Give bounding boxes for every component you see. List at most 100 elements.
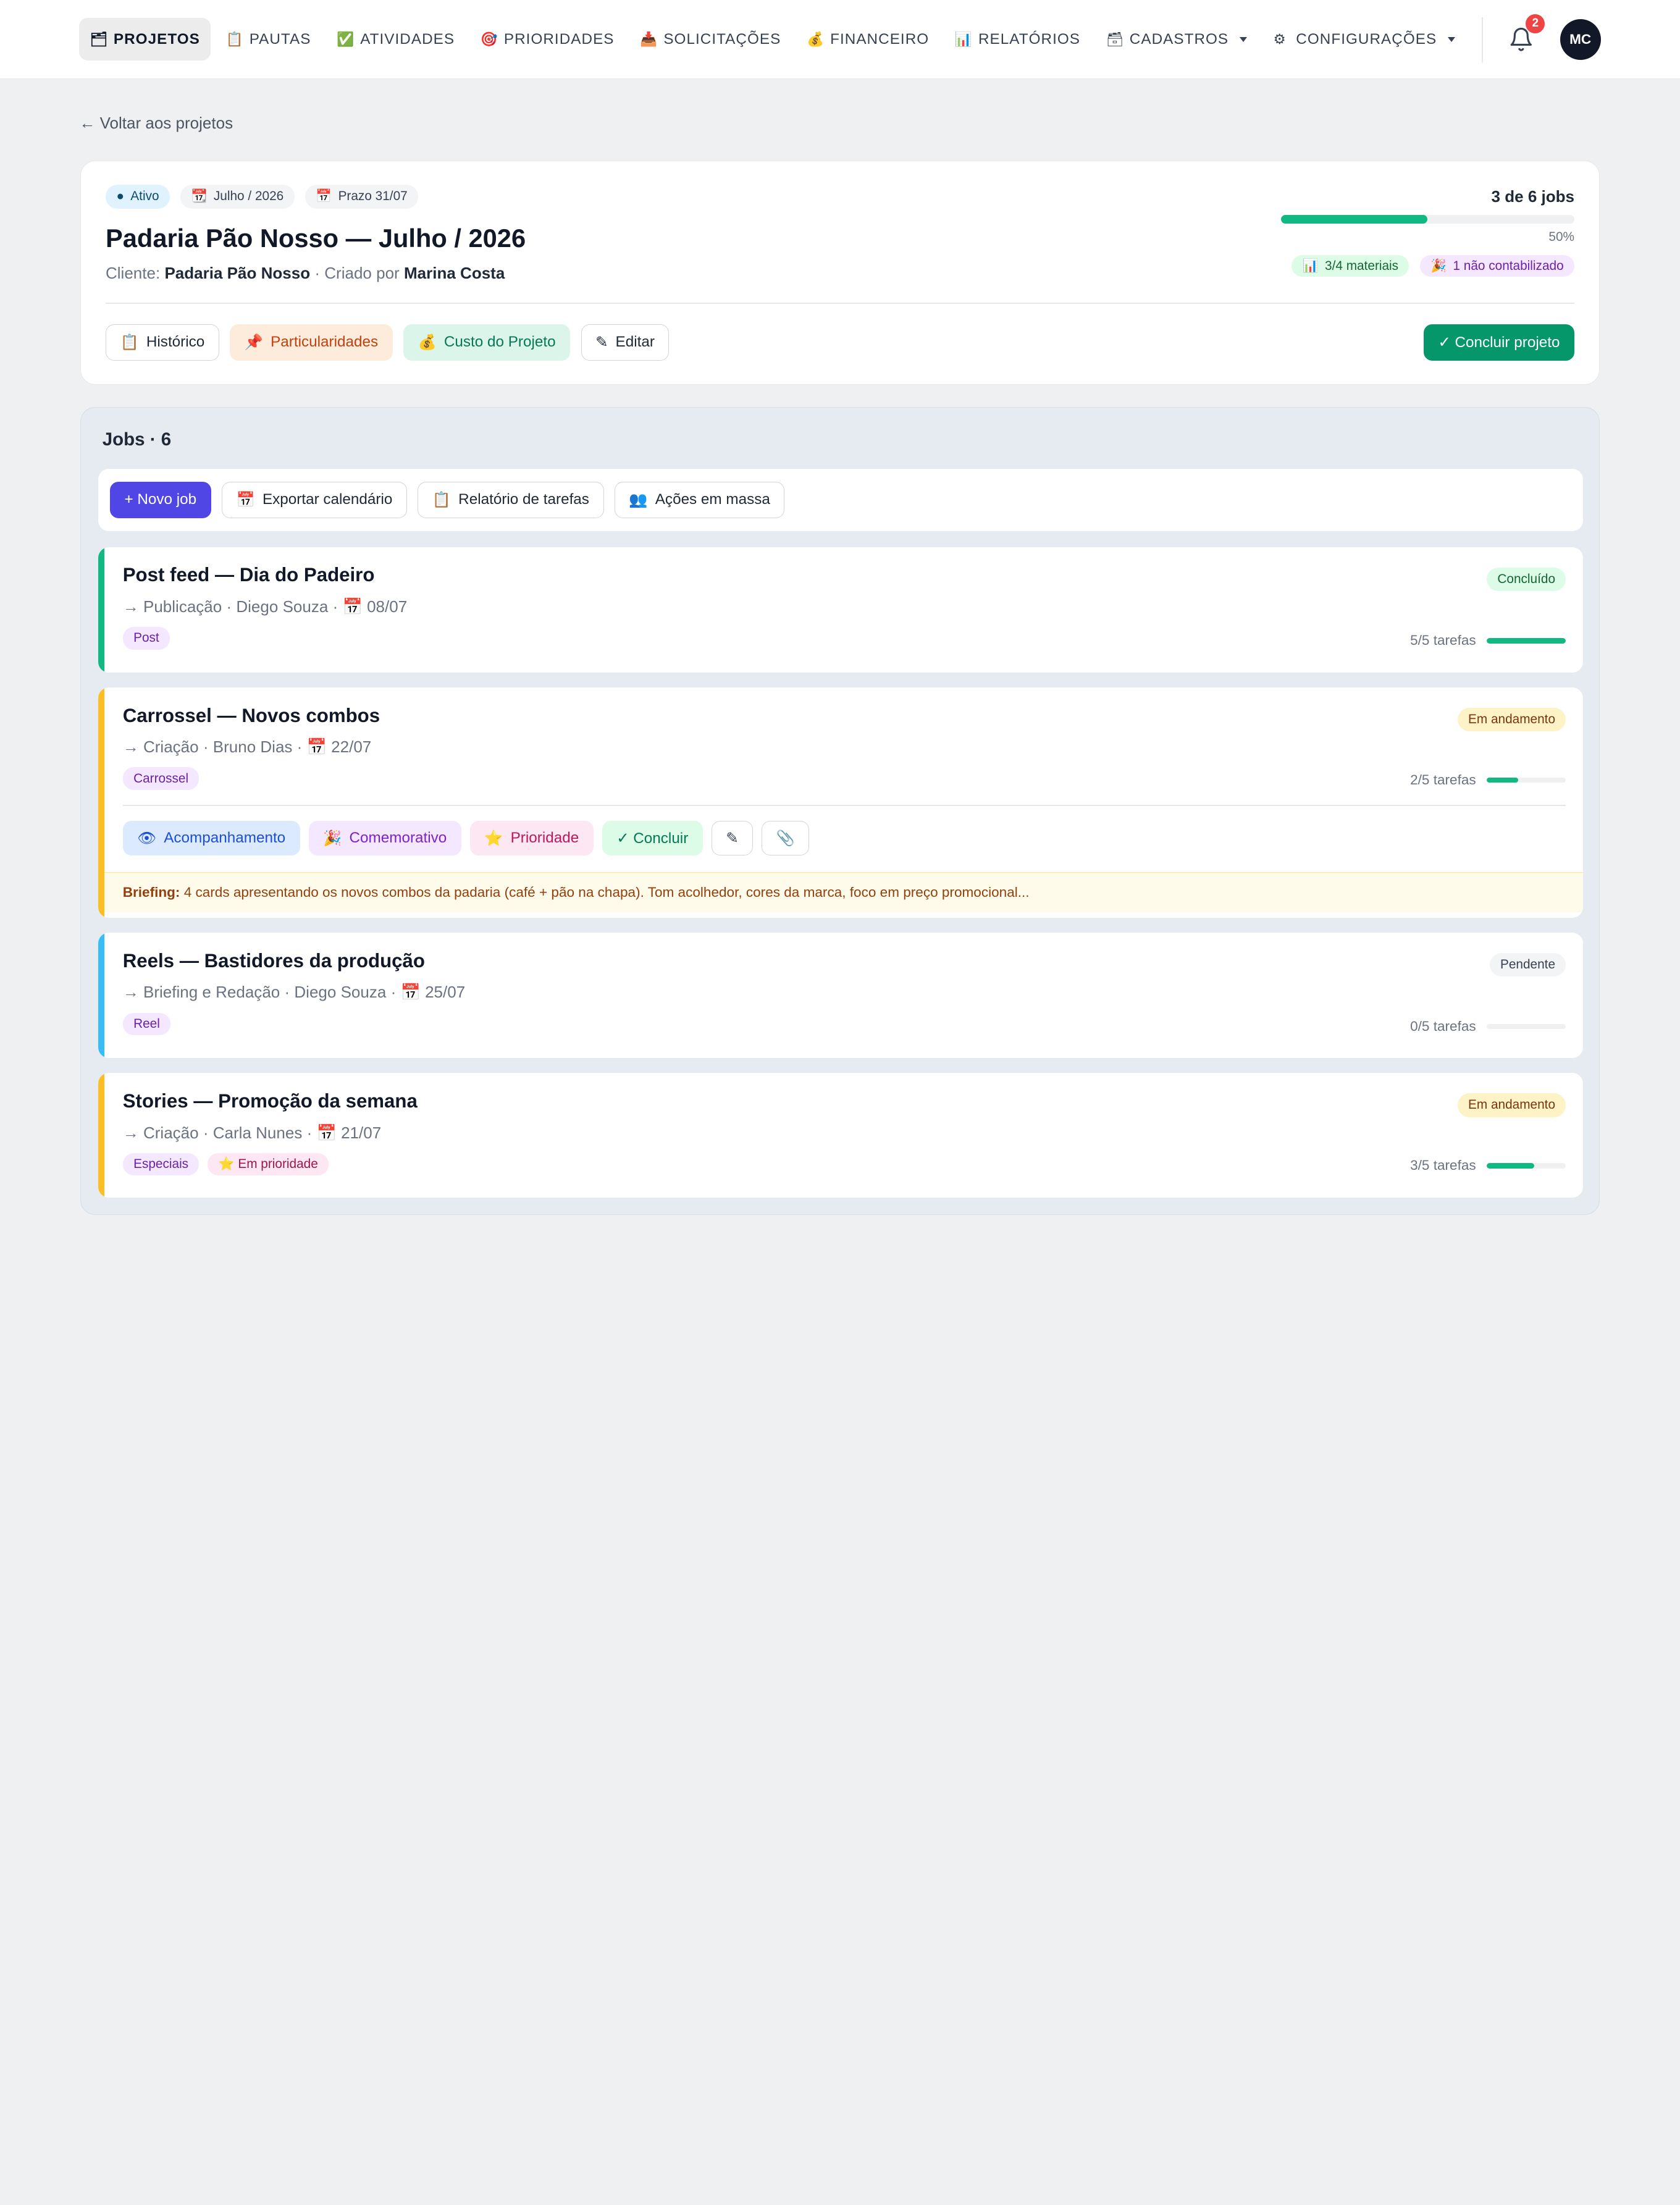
paperclip-icon: 📎 xyxy=(776,830,795,847)
edit-button-label: Editar xyxy=(615,334,655,351)
status-badge: Pendente xyxy=(1489,953,1566,977)
history-button[interactable]: 📋 Histórico xyxy=(105,324,219,361)
client-label: Cliente: xyxy=(105,264,161,283)
job-tag: Carrossel xyxy=(122,767,200,790)
status-badge: ● Ativo xyxy=(105,185,170,209)
project-mini-chips: 📊 3/4 materiais 🎉 1 não contabilizado xyxy=(1281,255,1574,277)
uncounted-chip: 🎉 1 não contabilizado xyxy=(1419,255,1574,277)
task-progress-bar xyxy=(1487,638,1566,644)
job-card[interactable]: Reels — Bastidores da produção → Briefin… xyxy=(98,933,1584,1059)
calendar-icon: 📅 xyxy=(236,492,255,509)
task-report-label: Relatório de tarefas xyxy=(458,491,589,508)
complete-project-button[interactable]: ✓ Concluir projeto xyxy=(1423,324,1574,361)
commemorative-button[interactable]: 🎉 Comemorativo xyxy=(308,821,461,855)
party-popper-icon: 🎉 xyxy=(1430,258,1447,273)
job-tag: Reel xyxy=(122,1012,171,1036)
job-card[interactable]: Stories — Promoção da semana → Criação ·… xyxy=(98,1073,1584,1198)
job-tags: Carrossel xyxy=(122,767,1566,790)
priority-label: Prioridade xyxy=(510,829,579,846)
gear-icon: ⚙ xyxy=(1273,31,1287,47)
job-meta: → Criação · Carla Nunes · 📅 21/07 xyxy=(122,1123,382,1142)
new-job-button[interactable]: + Novo job xyxy=(109,481,211,518)
nav-solicitacoes-label: SOLICITAÇÕES xyxy=(663,30,781,48)
folder-icon: 🗂 xyxy=(90,32,109,48)
project-progress-bar xyxy=(1280,214,1574,224)
particularities-button-label: Particularidades xyxy=(271,334,379,351)
project-actions: 📋 Histórico 📌 Particularidades 💰 Custo d… xyxy=(105,324,670,361)
nav-projetos[interactable]: 🗂 PROJETOS xyxy=(79,17,211,61)
nav-configuracoes[interactable]: ⚙ CONFIGURAÇÕES xyxy=(1262,18,1466,61)
nav-financeiro[interactable]: 💰 FINANCEIRO xyxy=(796,18,940,61)
history-button-label: Histórico xyxy=(146,334,205,351)
people-icon: 👥 xyxy=(629,492,648,509)
task-progress-bar xyxy=(1487,777,1566,783)
nav-pautas-label: PAUTAS xyxy=(249,30,311,48)
job-tags: Especiais ⭐ Em prioridade xyxy=(122,1153,1566,1176)
pushpin-icon: 📌 xyxy=(244,334,263,351)
particularities-button[interactable]: 📌 Particularidades xyxy=(230,324,393,361)
avatar[interactable]: MC xyxy=(1560,19,1601,61)
complete-job-button[interactable]: ✓ Concluir xyxy=(602,821,703,855)
bulk-actions-label: Ações em massa xyxy=(655,491,770,508)
clipboard-icon: 📋 xyxy=(120,334,139,351)
export-calendar-label: Exportar calendário xyxy=(262,491,393,508)
calendar-icon: 📆 xyxy=(191,189,208,204)
job-tags: Post xyxy=(122,627,1566,650)
project-progress: 3 de 6 jobs 50% 📊 3/4 materiais 🎉 1 não … xyxy=(1280,187,1574,277)
eye-icon: 👁 xyxy=(137,830,157,847)
task-progress-fill xyxy=(1487,777,1519,783)
edit-job-button[interactable]: ✎ xyxy=(711,821,754,855)
job-content: Post feed — Dia do Padeiro → Publicação … xyxy=(98,547,1583,650)
attach-button[interactable]: 📎 xyxy=(762,821,810,855)
back-to-projects-link[interactable]: ← Voltar aos projetos xyxy=(79,114,233,133)
follow-up-button[interactable]: 👁 Acompanhamento xyxy=(122,821,300,855)
briefing-label: Briefing: xyxy=(122,884,180,901)
notifications-button[interactable]: 2 xyxy=(1506,14,1545,55)
job-title: Post feed — Dia do Padeiro xyxy=(122,564,375,586)
export-calendar-button[interactable]: 📅 Exportar calendário xyxy=(222,481,407,518)
created-by-label: · Criado por xyxy=(314,264,400,283)
edit-button[interactable]: ✎ Editar xyxy=(581,324,670,361)
task-count: 0/5 tarefas xyxy=(1410,1018,1476,1034)
nav-solicitacoes[interactable]: 📥 SOLICITAÇÕES xyxy=(629,18,792,61)
job-meta: → Briefing e Redação · Diego Souza · 📅 2… xyxy=(122,983,466,1002)
status-badge: Em andamento xyxy=(1457,1093,1566,1117)
inbox-icon: 📥 xyxy=(640,32,658,48)
top-nav: 🗂 PROJETOS 📋 PAUTAS ✅ ATIVIDADES 🎯 PRIOR… xyxy=(0,0,1680,80)
job-actions: 👁 Acompanhamento 🎉 Comemorativo ⭐ Priori… xyxy=(98,806,1583,855)
job-content: Carrossel — Novos combos → Criação · Bru… xyxy=(98,687,1583,790)
nav-projetos-label: PROJETOS xyxy=(113,30,200,48)
nav-pautas[interactable]: 📋 PAUTAS xyxy=(215,18,322,61)
chevron-down-icon xyxy=(1239,36,1247,42)
job-card[interactable]: Post feed — Dia do Padeiro → Publicação … xyxy=(98,547,1584,673)
nav-prioridades-label: PRIORIDADES xyxy=(503,30,615,48)
project-cost-button[interactable]: 💰 Custo do Projeto xyxy=(403,324,571,361)
nav-cadastros-label: CADASTROS xyxy=(1129,30,1229,48)
calendar-icon: 📅 xyxy=(316,189,332,204)
uncounted-chip-label: 1 não contabilizado xyxy=(1453,258,1564,273)
nav-atividades[interactable]: ✅ ATIVIDADES xyxy=(326,18,466,61)
job-meta: → Publicação · Diego Souza · 📅 08/07 xyxy=(122,597,408,616)
task-report-button[interactable]: 📋 Relatório de tarefas xyxy=(418,481,604,518)
target-icon: 🎯 xyxy=(480,32,498,48)
nav-right: 2 MC xyxy=(1482,0,1601,79)
task-count: 2/5 tarefas xyxy=(1410,771,1476,788)
notification-count-badge: 2 xyxy=(1526,14,1545,33)
priority-button[interactable]: ⭐ Prioridade xyxy=(469,821,594,855)
job-card[interactable]: Carrossel — Novos combos → Criação · Bru… xyxy=(98,687,1584,918)
job-tag: Especiais xyxy=(122,1153,200,1176)
project-header-card: ● Ativo 📆 Julho / 2026 📅 Prazo 31/07 Pad… xyxy=(80,161,1600,385)
nav-prioridades[interactable]: 🎯 PRIORIDADES xyxy=(469,18,625,61)
nav-cadastros[interactable]: 🗃 CADASTROS xyxy=(1095,18,1258,61)
nav-relatorios[interactable]: 📊 RELATÓRIOS xyxy=(944,18,1091,61)
jobs-done-count: 3 de 6 jobs xyxy=(1491,187,1574,206)
status-dot-icon: ● xyxy=(116,189,124,204)
project-progress-percent: 50% xyxy=(1548,229,1574,244)
jobs-panel: Jobs · 6 + Novo job 📅 Exportar calendári… xyxy=(80,407,1600,1216)
nav-financeiro-label: FINANCEIRO xyxy=(830,30,930,48)
job-title: Reels — Bastidores da produção xyxy=(122,949,425,972)
deadline-chip-label: Prazo 31/07 xyxy=(338,189,408,204)
month-chip: 📆 Julho / 2026 xyxy=(180,185,295,209)
bulk-actions-button[interactable]: 👥 Ações em massa xyxy=(614,481,785,518)
chevron-down-icon xyxy=(1447,36,1455,42)
